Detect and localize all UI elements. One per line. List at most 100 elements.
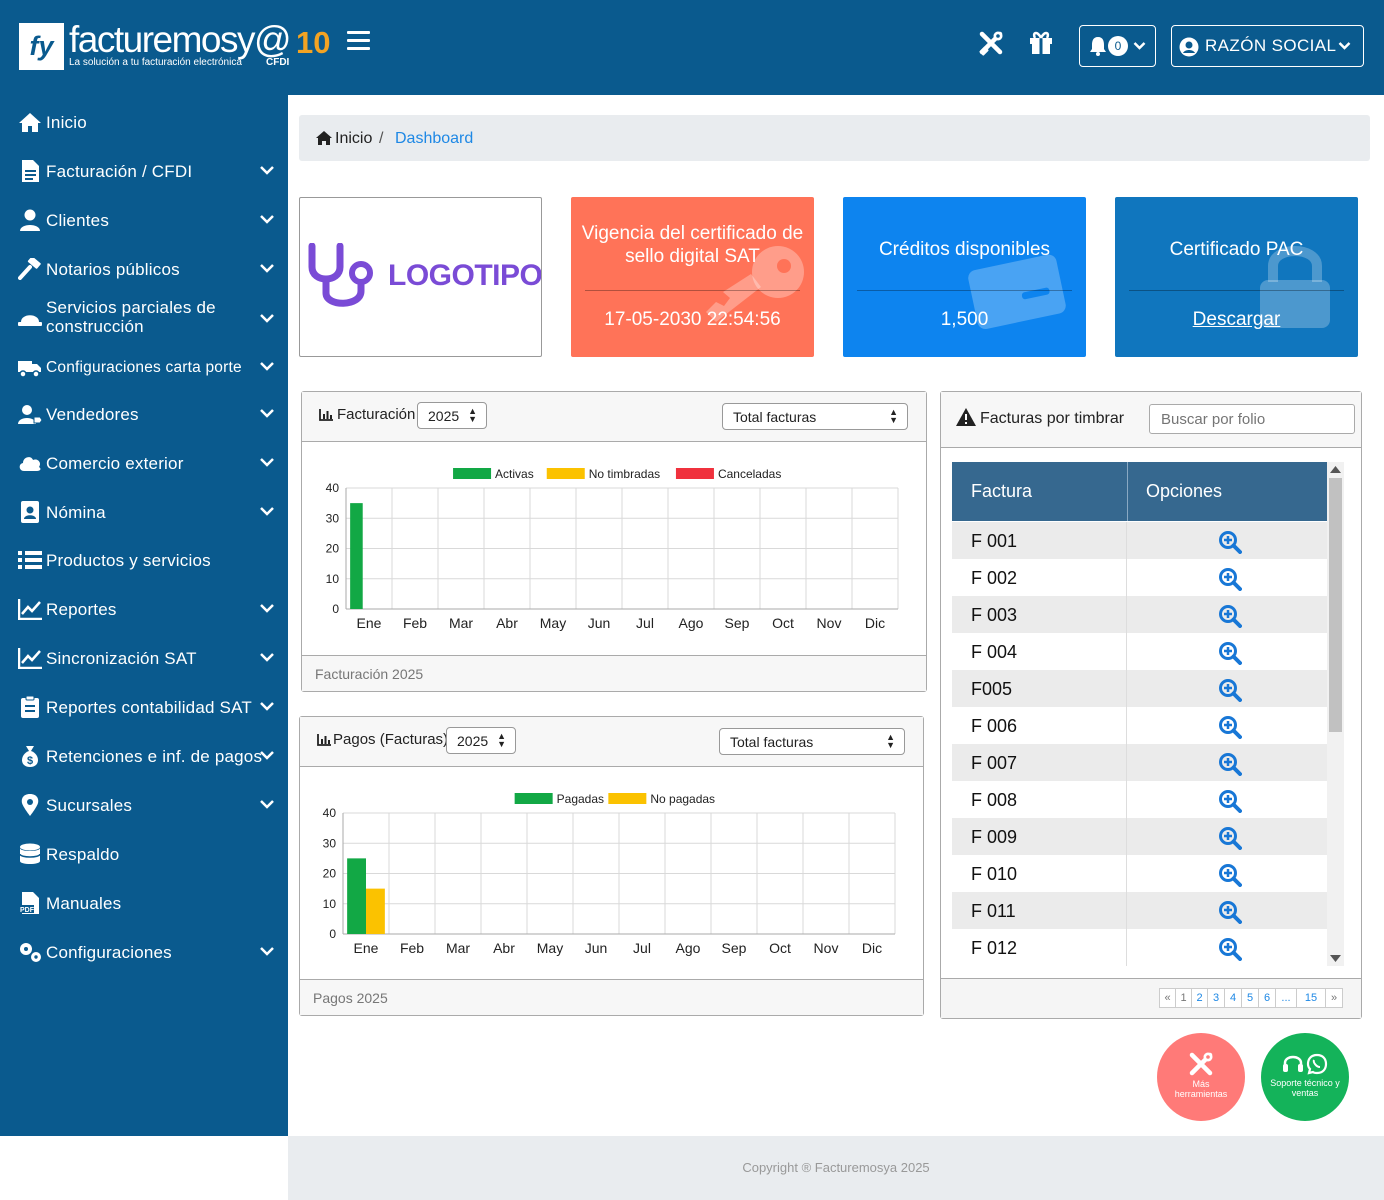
sidebar-item-vendedores[interactable]: Vendedores	[0, 392, 288, 436]
sidebar-item-notarios[interactable]: Notarios públicos	[0, 247, 288, 291]
pagination-page[interactable]: 3	[1207, 988, 1225, 1008]
sidebar-item-facturacion[interactable]: Facturación / CFDI	[0, 149, 288, 193]
legend-swatch	[453, 468, 492, 479]
sidebar-item-sucursales[interactable]: Sucursales	[0, 783, 288, 827]
table-row: F 008	[952, 781, 1327, 818]
sidebar-item-label: Notarios públicos	[46, 260, 180, 279]
brand-logo-mark[interactable]: fy	[19, 23, 64, 70]
table-row: F 012	[952, 929, 1327, 966]
bar	[366, 888, 385, 934]
zoom-in-icon[interactable]	[1218, 678, 1242, 702]
x-tick-label: Jun	[585, 940, 608, 956]
cloud-icon	[19, 457, 41, 471]
support-whatsapp-button[interactable]: Soporte técnico y ventas	[1261, 1033, 1349, 1121]
facturacion-year-select[interactable]: 2025 ▲ ▼	[417, 402, 487, 429]
pagos-metric-select[interactable]: Total facturas ▲ ▼	[719, 728, 905, 755]
zoom-in-icon[interactable]	[1218, 900, 1242, 924]
scroll-down-icon[interactable]	[1330, 954, 1341, 962]
column-header-factura: Factura	[971, 481, 1033, 501]
sidebar-item-label: Retenciones e inf. de pagos	[46, 747, 263, 766]
account-dropdown[interactable]: RAZÓN SOCIAL	[1171, 25, 1364, 67]
zoom-in-icon[interactable]	[1218, 641, 1242, 665]
column-header-opciones: Opciones	[1146, 481, 1223, 501]
zoom-in-icon[interactable]	[1218, 604, 1242, 628]
brand-anniversary: 10	[296, 25, 331, 60]
zoom-in-icon[interactable]	[1218, 530, 1242, 554]
pagination-page[interactable]: 15	[1296, 988, 1326, 1008]
more-tools-button[interactable]: Más herramientas	[1157, 1033, 1245, 1121]
sidebar-item-sincronizacion-sat[interactable]: Sincronización SAT	[0, 636, 288, 680]
x-tick-label: Ene	[357, 615, 382, 631]
tools-icon[interactable]	[978, 30, 1004, 56]
sidebar-item-respaldo[interactable]: Respaldo	[0, 832, 288, 876]
chevron-down-icon	[260, 362, 274, 371]
id-badge-icon	[21, 501, 39, 523]
invoice-folio: F 009	[971, 827, 1018, 847]
x-tick-label: May	[537, 940, 563, 956]
pagos-footer: Pagos 2025	[313, 990, 388, 1006]
sidebar-item-nomina[interactable]: Nómina	[0, 490, 288, 534]
sidebar-item-clientes[interactable]: Clientes	[0, 198, 288, 242]
sidebar-item-manuales[interactable]: PDF Manuales	[0, 881, 288, 925]
zoom-in-icon[interactable]	[1218, 789, 1242, 813]
sidebar-item-label: Inicio	[46, 113, 87, 132]
gift-icon[interactable]	[1029, 30, 1053, 56]
zoom-in-icon[interactable]	[1218, 937, 1242, 961]
pagination-page[interactable]: 1	[1175, 988, 1192, 1008]
scrollbar-thumb[interactable]	[1329, 478, 1342, 732]
zoom-in-icon[interactable]	[1218, 863, 1242, 887]
table-row: F 011	[952, 892, 1327, 929]
facturacion-panel: Facturación 2025 ▲ ▼ Total facturas ▲ ▼ 0 1…	[301, 391, 927, 692]
user-icon	[20, 209, 40, 231]
sidebar-item-carta-porte[interactable]: Configuraciones carta porte	[0, 345, 288, 389]
facturacion-chart: 0 10 20 30 40 Ene Feb Mar Abr May Jun Jul Ago Sep Oct N…	[326, 467, 899, 631]
legend-swatch	[546, 468, 585, 479]
bar-chart-icon	[317, 734, 331, 746]
money-bag-icon: $	[22, 746, 38, 767]
invoice-folio: F 011	[971, 901, 1016, 921]
sidebar-item-label: Manuales	[46, 894, 122, 913]
y-tick-label: 20	[323, 867, 337, 881]
pagination-page[interactable]: 2	[1191, 988, 1208, 1008]
pagination-prev[interactable]: «	[1159, 988, 1176, 1008]
table-row: F 001	[952, 522, 1327, 559]
zoom-in-icon[interactable]	[1218, 826, 1242, 850]
folio-search-input[interactable]	[1149, 404, 1355, 434]
pac-download-link[interactable]: Descargar	[1115, 308, 1358, 331]
sidebar-item-reportes[interactable]: Reportes	[0, 587, 288, 631]
sidebar-item-label: Configuraciones carta porte	[46, 359, 242, 376]
sidebar-item-retenciones[interactable]: $ Retenciones e inf. de pagos	[0, 734, 288, 778]
pagination-page[interactable]: 4	[1224, 988, 1242, 1008]
sidebar-item-productos[interactable]: Productos y servicios	[0, 538, 288, 582]
chevron-down-icon	[260, 653, 274, 662]
facturacion-metric-select[interactable]: Total facturas ▲ ▼	[722, 403, 908, 430]
sidebar-item-inicio[interactable]: Inicio	[0, 100, 288, 144]
sidebar-item-servicios-construccion[interactable]: Servicios parciales de construcción	[0, 295, 288, 341]
pagos-year-select[interactable]: 2025 ▲ ▼	[446, 727, 516, 754]
pagination-next[interactable]: »	[1325, 988, 1343, 1008]
pagination-page[interactable]: 6	[1258, 988, 1276, 1008]
menu-toggle-icon[interactable]	[347, 31, 370, 53]
sidebar-item-configuraciones[interactable]: Configuraciones	[0, 930, 288, 974]
bell-icon	[1090, 37, 1106, 56]
available-credits-value: 1,500	[940, 309, 989, 330]
sidebar-item-comercio-exterior[interactable]: Comercio exterior	[0, 441, 288, 485]
scroll-up-icon[interactable]	[1330, 466, 1341, 474]
chevron-down-icon	[260, 215, 274, 224]
y-tick-label: 0	[332, 602, 339, 616]
breadcrumb-home-link[interactable]: Inicio	[335, 130, 372, 147]
zoom-in-icon[interactable]	[1218, 752, 1242, 776]
sidebar-item-label: Servicios parciales de construcción	[46, 298, 216, 336]
zoom-in-icon[interactable]	[1218, 715, 1242, 739]
notifications-button[interactable]: 0	[1079, 25, 1156, 67]
x-tick-label: Ene	[354, 940, 379, 956]
line-chart-icon	[18, 648, 42, 669]
sidebar-item-reportes-contabilidad[interactable]: Reportes contabilidad SAT	[0, 685, 288, 729]
chevron-down-icon	[260, 507, 274, 516]
pagination-page[interactable]: 5	[1241, 988, 1259, 1008]
breadcrumb-current[interactable]: Dashboard	[395, 130, 473, 147]
map-marker-icon	[21, 794, 39, 816]
zoom-in-icon[interactable]	[1218, 567, 1242, 591]
whatsapp-icon	[1306, 1053, 1328, 1075]
brand-cfdi: CFDI	[266, 57, 290, 68]
